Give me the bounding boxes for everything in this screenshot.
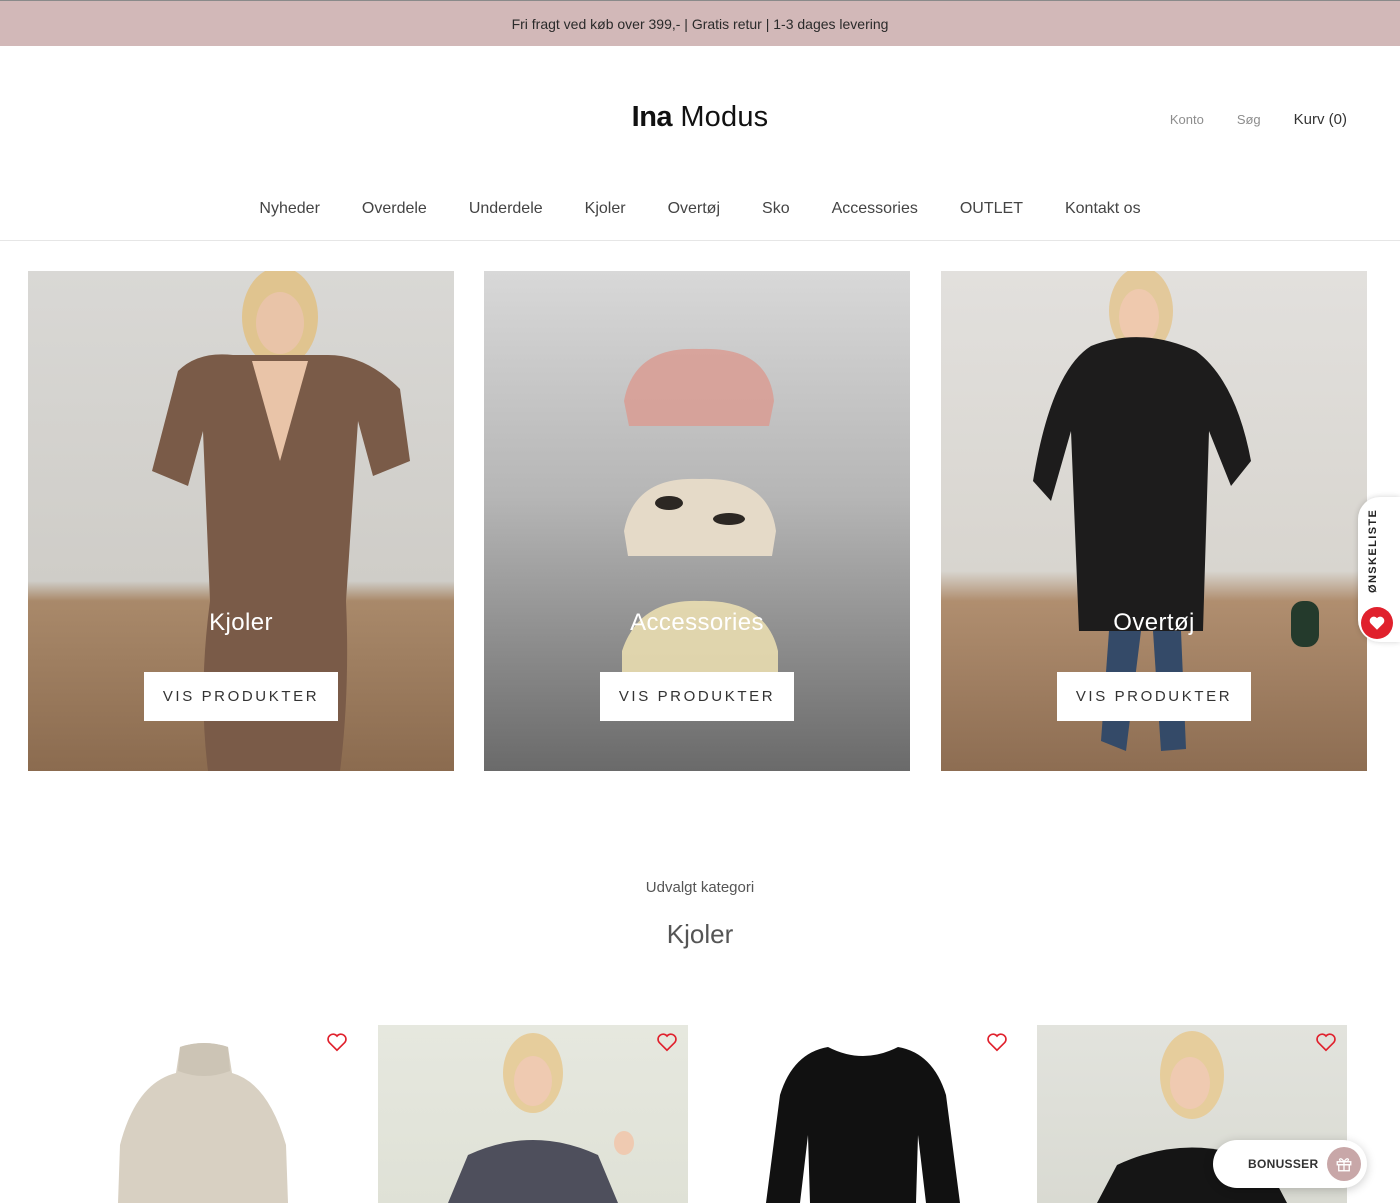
account-link[interactable]: Konto (1170, 112, 1204, 127)
announcement-text: Fri fragt ved køb over 399,- | Gratis re… (511, 15, 889, 32)
tile-title: Kjoler (209, 609, 273, 636)
wishlist-heart-icon[interactable] (1315, 1031, 1337, 1053)
nav-item-overtoj[interactable]: Overtøj (668, 200, 720, 218)
search-link[interactable]: Søg (1237, 112, 1261, 127)
cart-link[interactable]: Kurv (0) (1294, 111, 1347, 128)
nav-item-kjoler[interactable]: Kjoler (585, 200, 626, 218)
product-card[interactable] (48, 1025, 358, 1203)
wishlist-heart-icon[interactable] (986, 1031, 1008, 1053)
bonus-widget-button[interactable]: BONUSSER (1213, 1140, 1367, 1188)
main-nav: Nyheder Overdele Underdele Kjoler Overtø… (0, 200, 1400, 218)
nav-item-overdele[interactable]: Overdele (362, 200, 427, 218)
nav-item-sko[interactable]: Sko (762, 200, 790, 218)
product-grid (48, 1025, 1347, 1203)
view-products-button[interactable]: VIS PRODUKTER (1057, 672, 1251, 721)
category-tiles: Kjoler VIS PRODUKTER Accessories VIS PRO… (28, 271, 1367, 771)
site-header: Ina Modus Konto Søg Kurv (0) Nyheder Ove… (0, 46, 1400, 241)
nav-item-kontakt[interactable]: Kontakt os (1065, 200, 1141, 218)
view-products-button[interactable]: VIS PRODUKTER (144, 672, 338, 721)
nav-item-accessories[interactable]: Accessories (832, 200, 918, 218)
bonus-label: BONUSSER (1248, 1157, 1319, 1171)
tile-title: Accessories (630, 609, 764, 636)
view-products-button[interactable]: VIS PRODUKTER (600, 672, 794, 721)
brand-logo-part1: Ina (631, 101, 673, 133)
category-tile-accessories[interactable]: Accessories VIS PRODUKTER (484, 271, 910, 771)
nav-item-nyheder[interactable]: Nyheder (259, 200, 319, 218)
wishlist-tab[interactable]: ØNSKELISTE (1358, 497, 1400, 642)
announcement-bar: Fri fragt ved køb over 399,- | Gratis re… (0, 0, 1400, 46)
wishlist-heart-icon[interactable] (656, 1031, 678, 1053)
gift-icon (1327, 1147, 1361, 1181)
category-tile-kjoler[interactable]: Kjoler VIS PRODUKTER (28, 271, 454, 771)
nav-item-underdele[interactable]: Underdele (469, 200, 543, 218)
section-title: Kjoler (666, 919, 734, 949)
sweater-image (118, 1043, 288, 1203)
floral-dress-image (448, 1033, 634, 1203)
black-dress-image (766, 1047, 960, 1203)
header-actions: Konto Søg Kurv (0) (1170, 111, 1347, 128)
nav-item-outlet[interactable]: OUTLET (960, 200, 1023, 218)
wishlist-heart-icon[interactable] (1361, 607, 1393, 639)
tile-title: Overtøj (1113, 609, 1195, 636)
section-label: Udvalgt kategori (645, 879, 755, 896)
product-card[interactable] (708, 1025, 1018, 1203)
product-card[interactable] (378, 1025, 688, 1203)
wishlist-heart-icon[interactable] (326, 1031, 348, 1053)
category-tile-overtoj[interactable]: Overtøj VIS PRODUKTER (941, 271, 1367, 771)
wishlist-label: ØNSKELISTE (1367, 508, 1379, 593)
brand-logo-part2: Modus (680, 101, 769, 133)
